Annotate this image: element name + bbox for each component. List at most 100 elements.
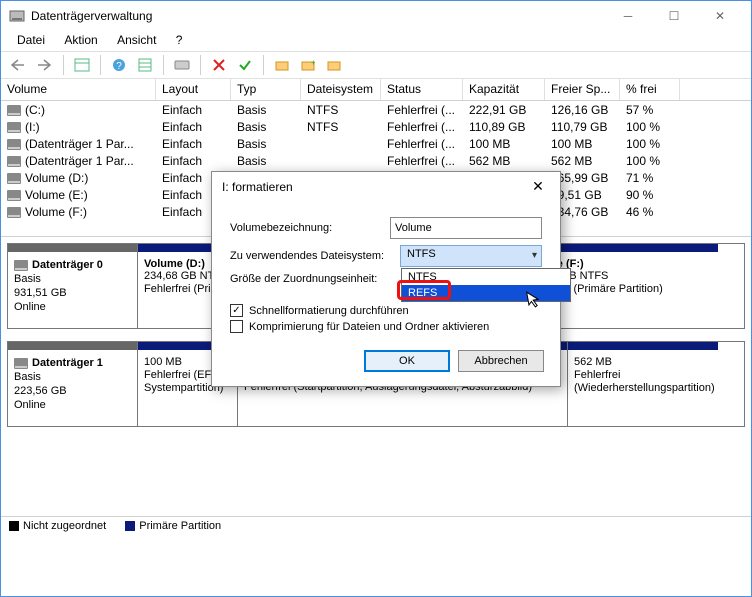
cell-free: 562 MB <box>545 154 620 168</box>
label-filesystem: Zu verwendendes Dateisystem: <box>230 250 400 262</box>
cell-pct: 100 % <box>620 137 680 151</box>
table-row[interactable]: (I:)EinfachBasisNTFSFehlerfrei (...110,8… <box>1 118 751 135</box>
col-capacity[interactable]: Kapazität <box>463 79 545 100</box>
label-compress: Komprimierung für Dateien und Ordner akt… <box>249 321 489 333</box>
check-icon[interactable] <box>233 54 257 76</box>
dialog-close-button[interactable]: ✕ <box>526 178 550 195</box>
table-row[interactable]: (Datenträger 1 Par...EinfachBasis Fehlerf… <box>1 135 751 152</box>
list-icon[interactable] <box>133 54 157 76</box>
cell-fs: NTFS <box>301 103 381 117</box>
partition[interactable]: 562 MBFehlerfrei (Wiederherstellungspart… <box>568 342 718 426</box>
cell-vol: Volume (D:) <box>1 171 156 185</box>
label-volume-name: Volumebezeichnung: <box>230 222 390 234</box>
label-quick-format: Schnellformatierung durchführen <box>249 305 409 317</box>
disk-label[interactable]: Datenträger 0Basis931,51 GBOnline <box>8 244 138 328</box>
menu-file[interactable]: Datei <box>9 31 53 49</box>
app-icon <box>9 8 25 24</box>
col-status[interactable]: Status <box>381 79 463 100</box>
view-icon[interactable] <box>70 54 94 76</box>
legend-unallocated: Nicht zugeordnet <box>23 520 106 532</box>
cell-pct: 46 % <box>620 205 680 219</box>
legend-swatch-primary <box>125 521 135 531</box>
col-type[interactable]: Typ <box>231 79 301 100</box>
col-fs[interactable]: Dateisystem <box>301 79 381 100</box>
table-row[interactable]: (C:)EinfachBasisNTFSFehlerfrei (...222,9… <box>1 101 751 118</box>
folder-add-icon[interactable]: + <box>296 54 320 76</box>
select-filesystem-value: NTFS <box>407 248 436 260</box>
checkbox-compress[interactable] <box>230 320 243 333</box>
toolbar: ? + <box>1 51 751 79</box>
disk-icon <box>14 260 28 271</box>
cell-free: 100 MB <box>545 137 620 151</box>
cell-layout: Einfach <box>156 103 231 117</box>
col-layout[interactable]: Layout <box>156 79 231 100</box>
col-free[interactable]: Freier Sp... <box>545 79 620 100</box>
label-allocation-size: Größe der Zuordnungseinheit: <box>230 273 400 285</box>
col-pct[interactable]: % frei <box>620 79 680 100</box>
cell-type: Basis <box>231 137 301 151</box>
cell-layout: Einfach <box>156 137 231 151</box>
cell-type: Basis <box>231 120 301 134</box>
cell-status: Fehlerfrei (... <box>381 103 463 117</box>
cell-cap: 562 MB <box>463 154 545 168</box>
select-filesystem[interactable]: NTFS ▾ <box>400 245 542 267</box>
legend-swatch-unallocated <box>9 521 19 531</box>
dialog-titlebar: I: formatieren ✕ <box>212 172 560 201</box>
svg-text:+: + <box>311 59 315 67</box>
cell-type: Basis <box>231 154 301 168</box>
svg-text:?: ? <box>116 61 122 72</box>
cell-type: Basis <box>231 103 301 117</box>
cell-free: 110,79 GB <box>545 120 620 134</box>
volume-table-header: Volume Layout Typ Dateisystem Status Kap… <box>1 79 751 101</box>
cursor-icon <box>526 289 543 309</box>
cell-pct: 71 % <box>620 171 680 185</box>
back-button[interactable] <box>7 54 31 76</box>
maximize-button[interactable]: ☐ <box>651 1 697 31</box>
cell-vol: (Datenträger 1 Par... <box>1 137 156 151</box>
checkbox-quick-format[interactable]: ✓ <box>230 304 243 317</box>
cell-layout: Einfach <box>156 120 231 134</box>
volume-icon <box>7 105 21 116</box>
cell-status: Fehlerfrei (... <box>381 137 463 151</box>
volume-icon <box>7 190 21 201</box>
cell-pct: 100 % <box>620 120 680 134</box>
titlebar: Datenträgerverwaltung ─ ☐ ✕ <box>1 1 751 31</box>
cell-free: 126,16 GB <box>545 103 620 117</box>
folder-edit-icon[interactable] <box>322 54 346 76</box>
delete-icon[interactable] <box>207 54 231 76</box>
menu-help[interactable]: ? <box>168 31 191 49</box>
ok-button[interactable]: OK <box>364 350 450 372</box>
menu-view[interactable]: Ansicht <box>109 31 164 49</box>
volume-icon <box>7 156 21 167</box>
disk-icon[interactable] <box>170 54 194 76</box>
cell-vol: Volume (E:) <box>1 188 156 202</box>
disk-icon <box>14 358 28 369</box>
close-button[interactable]: ✕ <box>697 1 743 31</box>
minimize-button[interactable]: ─ <box>605 1 651 31</box>
help-icon[interactable]: ? <box>107 54 131 76</box>
menubar: Datei Aktion Ansicht ? <box>1 31 751 51</box>
col-volume[interactable]: Volume <box>1 79 156 100</box>
cell-vol: Volume (F:) <box>1 205 156 219</box>
folder-icon[interactable] <box>270 54 294 76</box>
window-title: Datenträgerverwaltung <box>31 9 152 23</box>
dialog-title: I: formatieren <box>222 180 293 194</box>
cell-cap: 110,89 GB <box>463 120 545 134</box>
volume-icon <box>7 139 21 150</box>
cell-layout: Einfach <box>156 154 231 168</box>
volume-icon <box>7 173 21 184</box>
cell-pct: 100 % <box>620 154 680 168</box>
legend-primary: Primäre Partition <box>139 520 221 532</box>
disk-label[interactable]: Datenträger 1Basis223,56 GBOnline <box>8 342 138 426</box>
cancel-button[interactable]: Abbrechen <box>458 350 544 372</box>
menu-action[interactable]: Aktion <box>56 31 105 49</box>
cell-fs: NTFS <box>301 120 381 134</box>
input-volume-name[interactable] <box>390 217 542 239</box>
cell-vol: (Datenträger 1 Par... <box>1 154 156 168</box>
cell-pct: 57 % <box>620 103 680 117</box>
cell-status: Fehlerfrei (... <box>381 154 463 168</box>
volume-icon <box>7 207 21 218</box>
table-row[interactable]: (Datenträger 1 Par...EinfachBasis Fehlerf… <box>1 152 751 169</box>
format-dialog: I: formatieren ✕ Volumebezeichnung: Zu v… <box>211 171 561 387</box>
forward-button[interactable] <box>33 54 57 76</box>
